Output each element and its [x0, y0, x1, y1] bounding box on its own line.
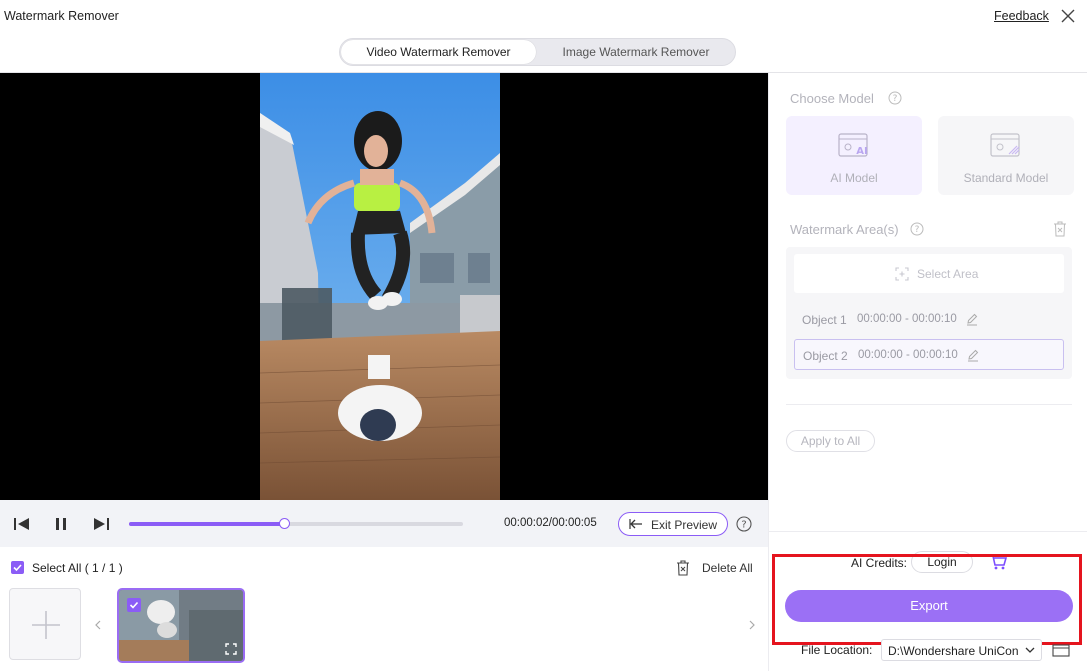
add-video-button[interactable] [9, 588, 81, 660]
file-location-select[interactable]: D:\Wondershare UniConverter [881, 639, 1042, 661]
title-bar: Watermark Remover Feedback [0, 0, 1087, 33]
trash-icon[interactable] [1053, 221, 1067, 237]
edit-icon[interactable] [965, 312, 979, 326]
select-area-label: Select Area [917, 267, 979, 281]
tab-video-watermark-remover[interactable]: Video Watermark Remover [341, 40, 536, 64]
file-location-label: File Location: [801, 643, 873, 657]
object-time-range: 00:00:00 - 00:00:10 [857, 313, 957, 325]
delete-all-label: Delete All [702, 561, 753, 575]
standard-model-label: Standard Model [963, 171, 1049, 185]
chevron-down-icon [1025, 647, 1035, 653]
watermark-area-list: Select Area Object 1 00:00:00 - 00:00:10… [786, 247, 1072, 379]
next-frame-icon[interactable] [91, 514, 111, 534]
plus-icon [32, 611, 60, 639]
video-frame-image [260, 73, 500, 500]
mode-tabs: Video Watermark Remover Image Watermark … [339, 38, 736, 66]
progress-fill [129, 522, 285, 526]
svg-text:?: ? [893, 94, 898, 104]
footer-divider [769, 531, 1087, 532]
svg-text:?: ? [741, 520, 746, 531]
progress-knob[interactable] [279, 518, 291, 529]
help-icon[interactable]: ? [888, 91, 902, 105]
feedback-link[interactable]: Feedback [994, 9, 1049, 23]
strip-scroll-left-icon[interactable] [92, 618, 104, 632]
select-area-button[interactable]: Select Area [794, 254, 1064, 293]
ai-model-icon: AI [838, 133, 868, 157]
ai-model-card[interactable]: AI AI Model [786, 116, 922, 195]
object-time-range: 00:00:00 - 00:00:10 [858, 349, 958, 361]
login-button[interactable]: Login [911, 551, 973, 573]
help-icon[interactable]: ? [910, 222, 924, 236]
ai-credits-label: AI Credits: [851, 556, 908, 570]
standard-model-card[interactable]: Standard Model [938, 116, 1074, 195]
export-button[interactable]: Export [785, 590, 1073, 622]
folder-icon[interactable] [1052, 643, 1070, 657]
cart-icon[interactable] [989, 554, 1007, 570]
pause-icon[interactable] [51, 514, 71, 534]
trash-icon [677, 560, 689, 576]
watermark-area-title: Watermark Area(s) [790, 222, 899, 237]
select-area-icon [895, 267, 909, 281]
select-all-checkbox[interactable] [11, 561, 24, 574]
svg-text:?: ? [915, 225, 920, 235]
time-readout: 00:00:02/00:00:05 [504, 517, 597, 529]
select-all-label: Select All ( 1 / 1 ) [32, 561, 123, 575]
edit-icon[interactable] [966, 348, 980, 362]
settings-panel: Choose Model ? AI AI Model Standard Mode… [768, 73, 1087, 671]
checkmark-icon [13, 564, 22, 572]
choose-model-title: Choose Model [790, 91, 874, 106]
file-location-value: D:\Wondershare UniConverter [888, 644, 1018, 658]
apply-to-all-button[interactable]: Apply to All [786, 430, 875, 452]
close-icon[interactable] [1058, 6, 1078, 26]
player-controls: 00:00:02/00:00:05 Exit Preview ? [0, 500, 768, 547]
object-name: Object 1 [802, 313, 847, 327]
strip-scroll-right-icon[interactable] [746, 618, 758, 632]
ai-model-label: AI Model [830, 171, 878, 185]
exit-preview-label: Exit Preview [651, 518, 718, 532]
watermark-remover-window: Watermark Remover Feedback Video Waterma… [0, 0, 1087, 671]
arrow-left-icon [629, 519, 642, 529]
thumbnail-checkbox[interactable] [127, 598, 141, 612]
playback-progress-slider[interactable] [129, 518, 463, 529]
panel-divider [786, 404, 1072, 405]
select-all-row: Select All ( 1 / 1 ) Delete All [0, 556, 768, 578]
delete-all-button[interactable]: Delete All [674, 558, 758, 578]
help-icon[interactable]: ? [736, 516, 752, 532]
expand-icon[interactable] [225, 643, 237, 655]
previous-frame-icon[interactable] [12, 514, 32, 534]
standard-model-icon [990, 133, 1020, 157]
exit-preview-button[interactable]: Exit Preview [618, 512, 728, 536]
watermark-object-row[interactable]: Object 1 00:00:00 - 00:00:10 [794, 304, 1064, 335]
svg-text:AI: AI [856, 146, 867, 157]
checkmark-icon [129, 601, 139, 609]
app-title: Watermark Remover [4, 9, 119, 23]
object-name: Object 2 [803, 349, 848, 363]
video-preview [0, 73, 768, 500]
video-thumbnail[interactable] [117, 588, 245, 663]
tab-image-watermark-remover[interactable]: Image Watermark Remover [538, 40, 734, 64]
watermark-object-row[interactable]: Object 2 00:00:00 - 00:00:10 [794, 339, 1064, 370]
